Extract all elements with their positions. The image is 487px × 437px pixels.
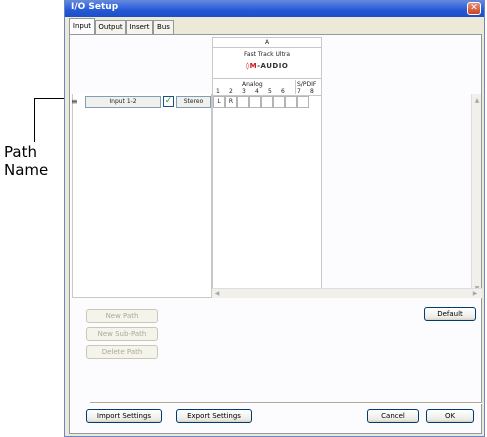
footer-separator: [90, 402, 482, 404]
grid-cell-6[interactable]: [273, 96, 285, 108]
m-audio-logo: ◊M-AUDIO: [213, 62, 321, 70]
channel-number: 2: [229, 88, 233, 95]
cancel-button[interactable]: Cancel: [367, 409, 419, 423]
vertical-scrollbar[interactable]: ▲ ▼: [471, 94, 481, 298]
grid-cell-8[interactable]: [297, 96, 309, 108]
callout-label-line2: Name: [4, 161, 49, 179]
group-divider: [295, 80, 296, 94]
grid-cell-5[interactable]: [261, 96, 273, 108]
m-audio-logo-text: -AUDIO: [257, 62, 289, 70]
channel-number: 5: [268, 88, 272, 95]
group-label-spdif: S/PDIF: [297, 81, 317, 88]
scroll-up-icon[interactable]: ▲: [472, 96, 482, 106]
channel-number: 7: [297, 88, 301, 95]
default-button[interactable]: Default: [424, 307, 476, 321]
import-settings-button[interactable]: Import Settings: [86, 409, 162, 423]
tab-output[interactable]: Output: [95, 20, 126, 35]
grid-device-header: Fast Track Ultra ◊M-AUDIO: [213, 49, 321, 79]
tab-bus[interactable]: Bus: [153, 20, 174, 35]
scroll-left-icon[interactable]: ◀: [212, 289, 222, 299]
close-icon: ✕: [470, 3, 478, 13]
device-name: Fast Track Ultra: [243, 51, 291, 58]
channel-number: 3: [242, 88, 246, 95]
callout-line-vertical: [34, 98, 35, 142]
grid-cell-2[interactable]: R: [225, 96, 237, 108]
tab-insert[interactable]: Insert: [126, 20, 153, 35]
path-active-checkbox[interactable]: ✓: [163, 96, 174, 107]
path-format-selector[interactable]: Stereo: [176, 96, 211, 108]
new-path-button[interactable]: New Path: [86, 309, 158, 323]
title-bar[interactable]: I/O Setup ✕: [65, 1, 484, 17]
window-title: I/O Setup: [71, 2, 119, 12]
io-setup-window: I/O Setup ✕ Input Output Insert Bus A Fa…: [64, 0, 485, 437]
scroll-right-icon[interactable]: ▶: [470, 289, 480, 299]
channel-number: 8: [310, 88, 314, 95]
checkmark-icon: ✓: [164, 96, 173, 106]
delete-path-button[interactable]: Delete Path: [86, 345, 158, 359]
close-button[interactable]: ✕: [467, 2, 481, 15]
grid-header-number: A: [213, 38, 321, 48]
path-name-button[interactable]: Input 1-2: [85, 96, 161, 108]
io-grid: A Fast Track Ultra ◊M-AUDIO Analog S/PDI…: [212, 37, 322, 298]
new-sub-path-button[interactable]: New Sub-Path: [86, 327, 158, 341]
export-settings-button[interactable]: Export Settings: [176, 409, 252, 423]
tab-input[interactable]: Input: [69, 18, 95, 35]
grid-cell-4[interactable]: [249, 96, 261, 108]
callout-label-line1: Path: [4, 143, 37, 161]
grid-cell-7[interactable]: [285, 96, 297, 108]
path-list[interactable]: [72, 94, 212, 298]
group-label-analog: Analog: [242, 81, 263, 88]
grid-cell-3[interactable]: [237, 96, 249, 108]
m-audio-logo-mark: ◊M: [245, 62, 258, 70]
channel-number: 4: [255, 88, 259, 95]
ok-button[interactable]: OK: [426, 409, 474, 423]
grid-cell-1[interactable]: L: [213, 96, 225, 108]
channel-number: 1: [216, 88, 220, 95]
drag-handle-icon[interactable]: ≡: [71, 98, 78, 106]
channel-number: 6: [281, 88, 285, 95]
tab-panel: A Fast Track Ultra ◊M-AUDIO Analog S/PDI…: [69, 34, 482, 434]
horizontal-scrollbar[interactable]: ◀ ▶: [212, 288, 482, 298]
